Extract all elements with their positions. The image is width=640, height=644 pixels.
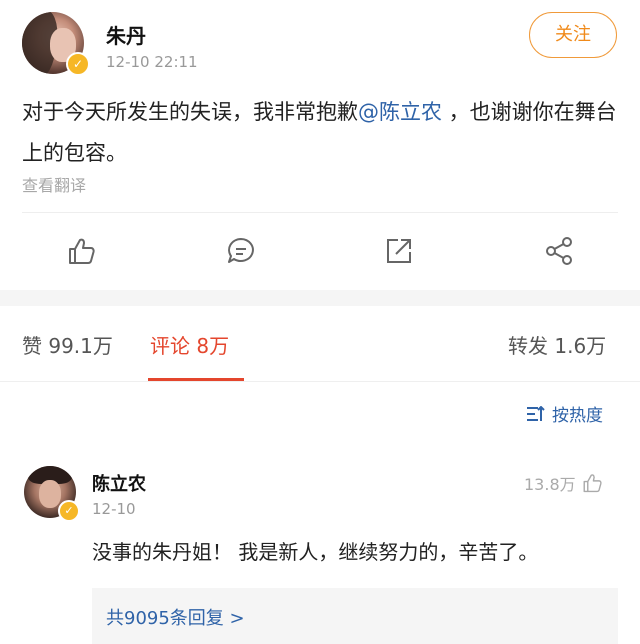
verified-icon: ✓: [58, 500, 80, 522]
tab-reposts[interactable]: 转发 1.6万: [508, 330, 606, 359]
author-name[interactable]: 朱丹: [106, 20, 146, 49]
post-timestamp: 12-10 22:11: [106, 53, 198, 71]
like-icon: [583, 474, 602, 493]
comment-timestamp: 12-10: [92, 500, 136, 518]
comment-like-count: 13.8万: [524, 475, 576, 494]
forward-button[interactable]: [382, 234, 416, 268]
divider: [22, 212, 618, 213]
share-button[interactable]: [542, 234, 576, 268]
post-text: 对于今天所发生的失误，我非常抱歉@陈立农 ，也谢谢你在舞台上的包容。: [22, 100, 617, 165]
follow-button[interactable]: 关注: [529, 12, 617, 58]
share-icon: [546, 237, 572, 265]
translate-link[interactable]: 查看翻译: [22, 172, 86, 196]
mention-link[interactable]: @陈立农: [358, 100, 442, 124]
sort-label: 按热度: [552, 406, 603, 426]
section-separator: [0, 290, 640, 306]
comment-text: 没事的朱丹姐！ 我是新人，继续努力的，辛苦了。: [92, 540, 539, 564]
divider: [0, 381, 640, 382]
comment-button[interactable]: [224, 234, 258, 268]
like-button[interactable]: [64, 234, 98, 268]
forward-icon: [387, 239, 411, 263]
comment-icon: [228, 238, 254, 263]
sort-icon: [527, 405, 545, 421]
like-icon: [69, 238, 95, 264]
commenter-name[interactable]: 陈立农: [92, 470, 146, 496]
comment-like-button[interactable]: 13.8万: [524, 471, 604, 495]
verified-icon: ✓: [66, 52, 90, 76]
tab-comments[interactable]: 评论 8万: [150, 330, 229, 359]
tab-likes[interactable]: 赞 99.1万: [22, 330, 113, 359]
sort-button[interactable]: 按热度: [526, 401, 603, 426]
view-replies-link[interactable]: 共9095条回复 >: [106, 604, 245, 630]
replies-box[interactable]: 共9095条回复 >: [92, 588, 618, 644]
